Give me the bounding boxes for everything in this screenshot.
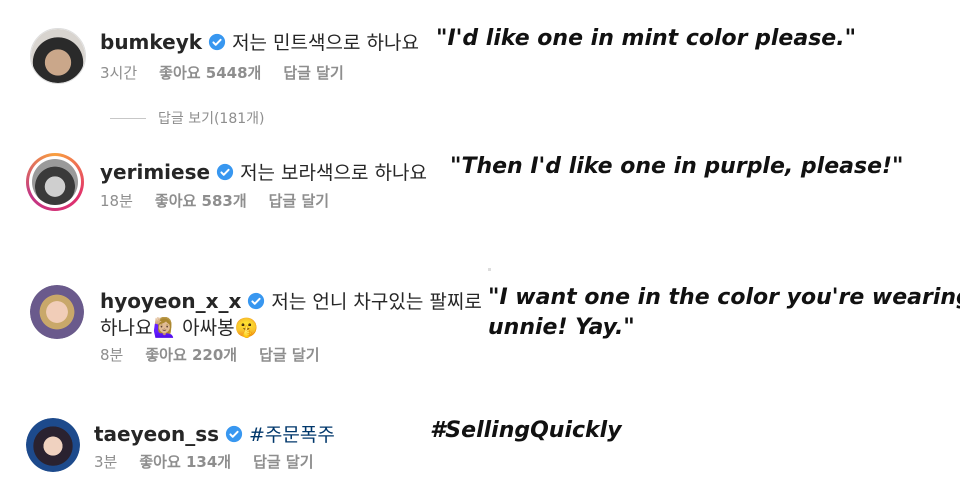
translation-caption-line1: "I want one in the color you're wearing, bbox=[488, 285, 960, 310]
verified-badge-icon bbox=[208, 33, 226, 50]
avatar[interactable] bbox=[26, 418, 80, 472]
view-replies-button[interactable]: 답글 보기(181개) bbox=[110, 108, 265, 128]
divider bbox=[488, 268, 491, 271]
likes-count[interactable]: 좋아요 134개 bbox=[139, 451, 231, 472]
username[interactable]: yerimiese bbox=[100, 160, 210, 184]
reply-button[interactable]: 답글 달기 bbox=[253, 451, 313, 472]
reply-button[interactable]: 답글 달기 bbox=[259, 344, 319, 365]
view-replies-label: 답글 보기(181개) bbox=[158, 111, 265, 127]
likes-count[interactable]: 좋아요 220개 bbox=[145, 344, 237, 365]
verified-badge-icon bbox=[248, 292, 265, 309]
hashtag-link[interactable]: #주문폭주 bbox=[249, 420, 335, 447]
username[interactable]: hyoyeon_x_x bbox=[100, 289, 241, 313]
likes-count[interactable]: 좋아요 583개 bbox=[155, 190, 247, 211]
comment-time: 18분 bbox=[100, 192, 133, 210]
translation-caption-line2: unnie! Yay." bbox=[488, 315, 635, 340]
likes-count[interactable]: 좋아요 5448개 bbox=[159, 62, 261, 83]
comment-time: 8분 bbox=[100, 346, 124, 364]
comment-text-line1: 저는 언니 차구있는 팔찌로 bbox=[271, 291, 482, 313]
verified-badge-icon bbox=[216, 163, 234, 180]
reply-button[interactable]: 답글 달기 bbox=[283, 62, 343, 83]
reply-button[interactable]: 답글 달기 bbox=[269, 190, 329, 211]
comment-time: 3분 bbox=[94, 453, 118, 471]
divider bbox=[110, 117, 146, 119]
comment-text: 저는 보라색으로 하나요 bbox=[240, 162, 427, 184]
username[interactable]: taeyeon_ss bbox=[94, 422, 219, 446]
comment-time: 3시간 bbox=[100, 64, 138, 82]
username[interactable]: bumkeyk bbox=[100, 30, 202, 54]
avatar[interactable] bbox=[30, 28, 86, 84]
translation-caption: #SellingQuickly bbox=[430, 418, 622, 443]
verified-badge-icon bbox=[225, 425, 243, 442]
comment-text-line2: 하나요🙋🏼‍♀️ 아싸봉🤫 bbox=[100, 317, 259, 339]
avatar[interactable] bbox=[30, 285, 84, 339]
translation-caption: "Then I'd like one in purple, please!" bbox=[450, 154, 904, 179]
translation-caption: "I'd like one in mint color please." bbox=[436, 26, 857, 51]
avatar[interactable] bbox=[26, 153, 84, 211]
comment-text: 저는 민트색으로 하나요 bbox=[232, 32, 419, 54]
